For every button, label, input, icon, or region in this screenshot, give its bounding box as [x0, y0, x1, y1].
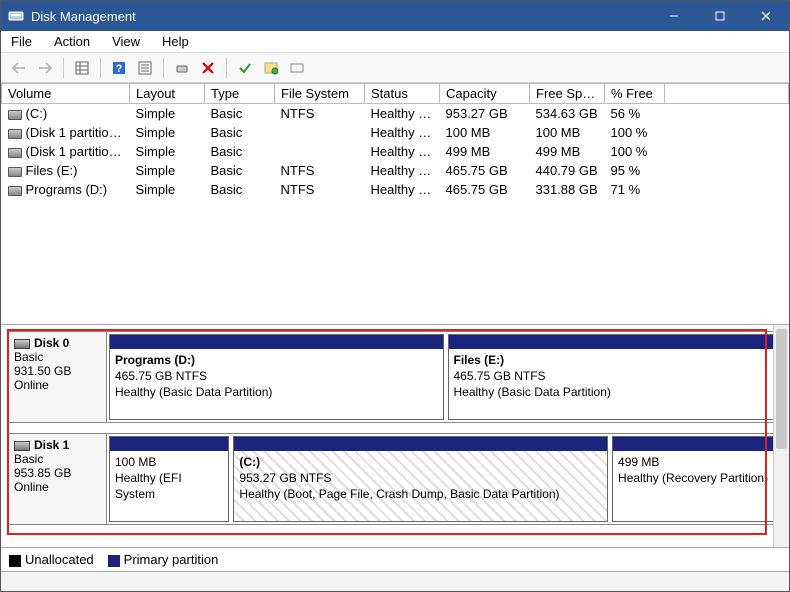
legend: Unallocated Primary partition — [1, 547, 789, 571]
window-title: Disk Management — [31, 9, 651, 24]
menu-view[interactable]: View — [108, 32, 144, 51]
menu-help[interactable]: Help — [158, 32, 193, 51]
graphical-view-pane: Disk 0Basic931.50 GBOnlinePrograms (D:)4… — [1, 325, 789, 547]
app-icon — [7, 7, 25, 25]
table-row[interactable]: (Disk 1 partition 1)SimpleBasicHealthy (… — [2, 123, 789, 142]
partition[interactable]: (C:)953.27 GB NTFSHealthy (Boot, Page Fi… — [233, 436, 608, 522]
col-type[interactable]: Type — [205, 84, 275, 104]
vertical-scrollbar[interactable] — [773, 325, 789, 547]
extra-button[interactable] — [285, 56, 309, 80]
maximize-button[interactable] — [697, 1, 743, 31]
minimize-button[interactable] — [651, 1, 697, 31]
col-filesystem[interactable]: File System — [275, 84, 365, 104]
help-button[interactable]: ? — [107, 56, 131, 80]
col-layout[interactable]: Layout — [130, 84, 205, 104]
volume-icon — [8, 148, 22, 158]
delete-button[interactable] — [196, 56, 220, 80]
volume-icon — [8, 110, 22, 120]
volume-table[interactable]: Volume Layout Type File System Status Ca… — [1, 83, 789, 199]
partition[interactable]: 100 MBHealthy (EFI System — [109, 436, 229, 522]
disk-icon — [14, 339, 30, 349]
forward-button[interactable] — [33, 56, 57, 80]
volume-list-pane: Volume Layout Type File System Status Ca… — [1, 83, 789, 325]
col-volume[interactable]: Volume — [2, 84, 130, 104]
toolbar: ? — [1, 53, 789, 83]
close-button[interactable] — [743, 1, 789, 31]
col-capacity[interactable]: Capacity — [440, 84, 530, 104]
menu-file[interactable]: File — [7, 32, 36, 51]
back-button[interactable] — [7, 56, 31, 80]
disk-label[interactable]: Disk 0Basic931.50 GBOnline — [7, 331, 107, 423]
legend-primary: Primary partition — [108, 552, 219, 567]
menu-bar: File Action View Help — [1, 31, 789, 53]
properties-button[interactable] — [259, 56, 283, 80]
table-row[interactable]: Files (E:)SimpleBasicNTFSHealthy (B...46… — [2, 161, 789, 180]
menu-action[interactable]: Action — [50, 32, 94, 51]
col-pctfree[interactable]: % Free — [605, 84, 665, 104]
disk-row: Disk 1Basic953.85 GBOnline100 MBHealthy … — [7, 433, 777, 525]
table-header-row: Volume Layout Type File System Status Ca… — [2, 84, 789, 104]
list-view-button[interactable] — [133, 56, 157, 80]
table-view-button[interactable] — [70, 56, 94, 80]
legend-unallocated: Unallocated — [9, 552, 94, 567]
svg-text:?: ? — [116, 63, 123, 75]
table-row[interactable]: Programs (D:)SimpleBasicNTFSHealthy (B..… — [2, 180, 789, 199]
volume-icon — [8, 186, 22, 196]
col-free[interactable]: Free Spa... — [530, 84, 605, 104]
disk-icon — [14, 441, 30, 451]
col-status[interactable]: Status — [365, 84, 440, 104]
title-bar: Disk Management — [1, 1, 789, 31]
check-button[interactable] — [233, 56, 257, 80]
volume-icon — [8, 129, 22, 139]
refresh-button[interactable] — [170, 56, 194, 80]
col-blank[interactable] — [665, 84, 789, 104]
table-row[interactable]: (C:)SimpleBasicNTFSHealthy (B...953.27 G… — [2, 104, 789, 124]
partition[interactable]: 499 MBHealthy (Recovery Partition) — [612, 436, 786, 522]
partition[interactable]: Programs (D:)465.75 GB NTFSHealthy (Basi… — [109, 334, 444, 420]
disk-label[interactable]: Disk 1Basic953.85 GBOnline — [7, 433, 107, 525]
table-row[interactable]: (Disk 1 partition 4)SimpleBasicHealthy (… — [2, 142, 789, 161]
disk-row: Disk 0Basic931.50 GBOnlinePrograms (D:)4… — [7, 331, 777, 423]
volume-icon — [8, 167, 22, 177]
partition[interactable]: Files (E:)465.75 GB NTFSHealthy (Basic D… — [448, 334, 783, 420]
status-bar — [1, 571, 789, 591]
